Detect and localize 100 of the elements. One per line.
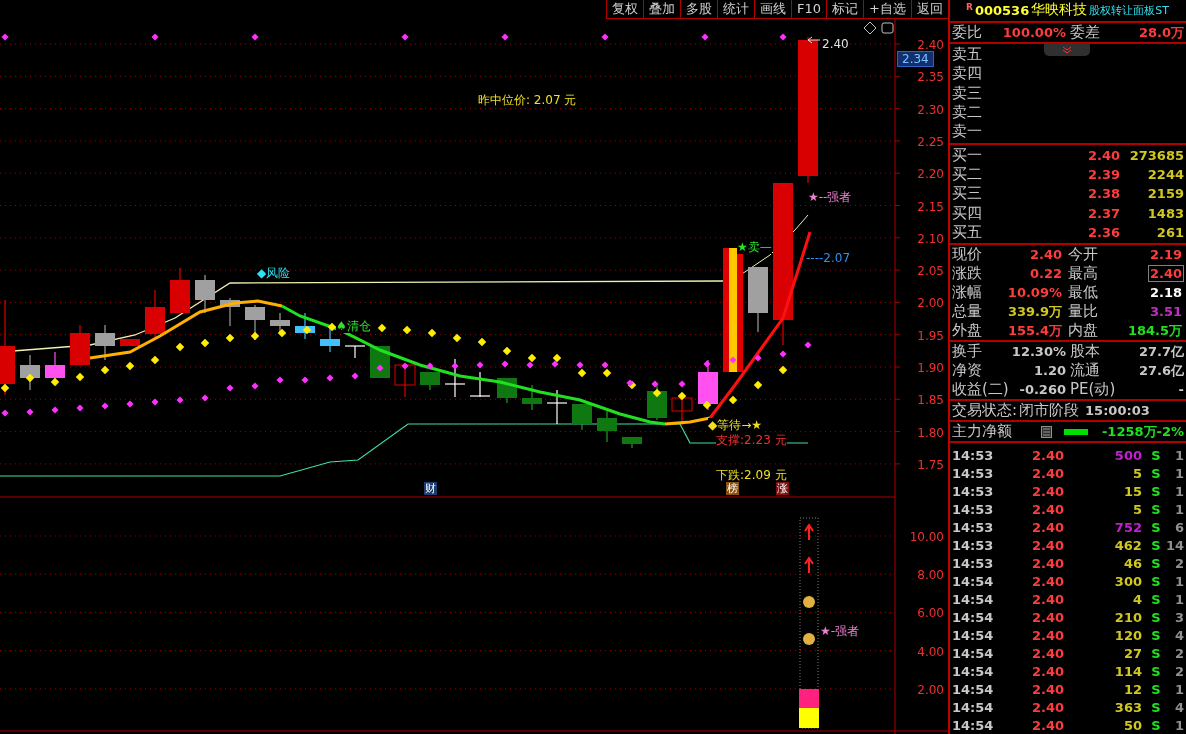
trade-count: 2	[1173, 555, 1184, 571]
candle	[444, 358, 466, 398]
toolbar-button[interactable]: +自选	[863, 0, 911, 19]
toolbar-button[interactable]: 统计	[717, 0, 755, 19]
trade-price: 2.40	[1030, 663, 1064, 679]
trade-price: 2.40	[1030, 681, 1064, 697]
ask-level-label: 卖四	[952, 64, 983, 84]
trade-side: S	[1150, 465, 1162, 481]
candle	[70, 324, 90, 366]
trade-count: 4	[1173, 627, 1184, 643]
field-value: 闭市阶段	[1019, 401, 1080, 420]
trade-time: 14:53	[952, 483, 995, 499]
toolbar-button[interactable]: 复权	[606, 0, 644, 19]
field-label: 收益(二)	[952, 380, 1009, 399]
diamond-icon[interactable]	[863, 21, 877, 35]
toolbar-button[interactable]: F10	[791, 0, 827, 19]
event-marker[interactable]: 涨	[776, 482, 789, 495]
axis-label: 1.80	[917, 425, 944, 440]
chart-annotation: 下跌:2.09 元	[716, 468, 787, 482]
trade-volume: 462	[1113, 537, 1142, 553]
trade-count: 4	[1173, 699, 1184, 715]
trade-volume: 4	[1131, 591, 1142, 607]
field-label: 现价	[952, 245, 983, 264]
candle	[120, 338, 140, 347]
trade-price: 2.40	[1030, 447, 1064, 463]
candle	[698, 359, 718, 411]
trade-price: 2.40	[1030, 609, 1064, 625]
trade-volume: 46	[1122, 555, 1142, 571]
stock-tag[interactable]: 股权转让面板ST	[1089, 3, 1169, 18]
list-icon[interactable]	[1041, 425, 1053, 438]
field-value: 0.22	[1028, 265, 1063, 282]
field-value: 155.4万	[1006, 321, 1063, 340]
chart-annotation: ★-强者	[820, 624, 860, 638]
trade-volume: 120	[1113, 627, 1142, 643]
trade-side: S	[1150, 501, 1162, 517]
field-label: 委差	[1069, 23, 1101, 42]
stock-code: 000536	[974, 3, 1030, 18]
candle	[522, 384, 542, 411]
chevron-down-icon	[1062, 46, 1072, 55]
toolbar-button[interactable]: 多股	[680, 0, 718, 19]
field-label: 委比	[952, 23, 983, 42]
candle	[20, 354, 40, 391]
flow-bar	[1064, 428, 1088, 435]
event-marker[interactable]: 榜	[726, 482, 739, 495]
trade-side: S	[1150, 717, 1162, 733]
field-value: 27.7亿	[1137, 342, 1184, 361]
field-value: 100.00%	[1001, 25, 1066, 40]
candle	[546, 389, 568, 425]
trade-side: S	[1150, 537, 1162, 553]
trade-count: 1	[1173, 681, 1184, 697]
panel-toggle-icon[interactable]	[881, 22, 894, 34]
trade-time: 14:54	[952, 609, 995, 625]
field-label: 内盘	[1067, 321, 1099, 340]
trade-side: S	[1150, 555, 1162, 571]
field-value: 1.20	[1032, 363, 1066, 378]
trade-count: 1	[1173, 501, 1184, 517]
toolbar-button[interactable]: 画线	[754, 0, 792, 19]
trade-count: 2	[1173, 645, 1184, 661]
chart-annotation: ★--强者	[808, 190, 852, 204]
field-label: 主力净额	[952, 422, 1012, 441]
axis-label: 4.00	[917, 644, 944, 659]
trade-time: 14:54	[952, 573, 995, 589]
field-value: 28.0万	[1137, 23, 1184, 42]
field-value: 339.9万	[1006, 302, 1063, 321]
field-value: 184.5万	[1126, 321, 1183, 340]
candle	[270, 312, 290, 334]
axis-label: 2.05	[917, 264, 944, 279]
trade-price: 2.40	[1030, 519, 1064, 535]
field-value: -	[1177, 382, 1184, 397]
trade-time: 14:53	[952, 537, 995, 553]
trade-count: 1	[1173, 465, 1184, 481]
axis-label: 2.15	[917, 199, 944, 214]
candle	[469, 371, 491, 398]
trade-time: 14:53	[952, 501, 995, 517]
trade-price: 2.40	[1030, 699, 1064, 715]
trade-time: 14:54	[952, 681, 995, 697]
toolbar-button[interactable]: 叠加	[643, 0, 681, 19]
trade-price: 2.40	[1030, 627, 1064, 643]
chart-annotation: ◆风险	[257, 266, 291, 280]
expand-tab[interactable]	[1044, 44, 1090, 57]
toolbar-button[interactable]: 标记	[826, 0, 864, 19]
field-label: 外盘	[952, 321, 983, 340]
field-label: 最高	[1067, 264, 1099, 283]
event-marker[interactable]: 财	[424, 482, 437, 495]
trade-count: 2	[1173, 663, 1184, 679]
trade-side: S	[1150, 483, 1162, 499]
candle	[572, 403, 592, 431]
bid-volume: 1483	[1146, 205, 1184, 221]
bid-price: 2.37	[1086, 205, 1120, 221]
trade-side: S	[1150, 519, 1162, 535]
candle	[597, 409, 617, 443]
axis-label: 2.20	[917, 167, 944, 182]
bid-volume: 2244	[1146, 166, 1184, 182]
candle	[344, 345, 366, 359]
chart-annotation: 2.40	[822, 37, 849, 51]
trade-price: 2.40	[1030, 645, 1064, 661]
trade-time: 14:53	[952, 519, 995, 535]
ask-level-label: 卖三	[952, 83, 983, 103]
toolbar-button[interactable]: 返回	[911, 0, 948, 19]
ask-level-label: 卖二	[952, 103, 983, 123]
